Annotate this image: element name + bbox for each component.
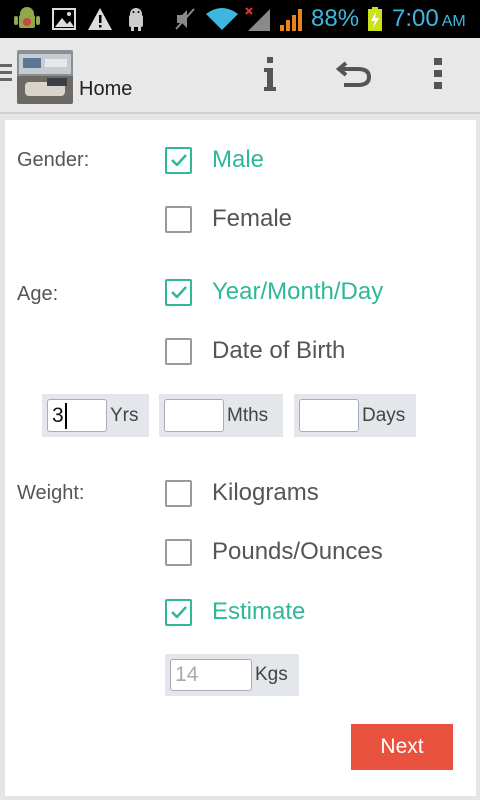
battery-percent: 88% <box>311 5 360 32</box>
age-option-ymd[interactable]: Year/Month/Day <box>165 277 383 307</box>
battery-charging-icon <box>368 7 382 31</box>
drawer-menu-icon[interactable] <box>0 64 12 82</box>
weight-option-kilograms-label: Kilograms <box>212 479 319 506</box>
clock: 7:00 AM <box>392 5 466 33</box>
gender-label: Gender: <box>17 149 90 171</box>
next-button[interactable]: Next <box>351 724 453 770</box>
checkbox-checked-icon[interactable] <box>165 598 192 626</box>
app-logo[interactable] <box>17 50 73 104</box>
weight-option-kilograms[interactable]: Kilograms <box>165 478 319 508</box>
years-input[interactable]: 3 <box>47 399 107 432</box>
weight-option-estimate-label: Estimate <box>212 598 306 625</box>
warning-icon <box>88 8 112 30</box>
years-group: 3 Yrs <box>42 394 149 437</box>
info-button[interactable] <box>250 52 290 96</box>
clock-ampm: AM <box>441 13 466 30</box>
months-input[interactable] <box>164 399 224 432</box>
gender-option-female-label: Female <box>212 205 293 232</box>
days-group: Days <box>294 394 416 437</box>
image-icon <box>52 8 76 30</box>
days-input[interactable] <box>299 399 359 432</box>
overflow-menu-icon <box>434 58 442 89</box>
weight-label: Weight: <box>17 482 85 504</box>
overflow-menu-button[interactable] <box>418 52 458 96</box>
estimate-weight-input[interactable]: 14 <box>170 659 252 691</box>
estimate-weight-unit: Kgs <box>255 664 288 685</box>
signal-no-service-icon <box>245 7 270 31</box>
status-bar: 88% 7:00 AM <box>0 0 480 38</box>
checkbox-icon[interactable] <box>165 479 192 507</box>
weight-option-estimate[interactable]: Estimate <box>165 597 305 627</box>
signal-icon <box>280 9 302 31</box>
checkbox-checked-icon[interactable] <box>165 146 192 174</box>
gender-option-male-label: Male <box>212 146 265 173</box>
weight-option-pounds-label: Pounds/Ounces <box>212 538 383 565</box>
info-icon <box>264 57 276 91</box>
undo-button[interactable] <box>334 52 374 96</box>
estimate-weight-group: 14 Kgs <box>165 654 299 696</box>
age-option-dob[interactable]: Date of Birth <box>165 336 345 366</box>
form-card: Gender: Male Female Age: Year/Month/Day … <box>5 120 476 796</box>
years-value: 3 <box>52 403 64 427</box>
months-group: Mths <box>159 394 283 437</box>
checkbox-checked-icon[interactable] <box>165 278 192 306</box>
checkbox-icon[interactable] <box>165 205 192 233</box>
gender-option-female[interactable]: Female <box>165 204 292 234</box>
mute-icon <box>175 8 195 30</box>
undo-icon <box>336 61 372 87</box>
text-cursor <box>64 402 67 429</box>
android-debug-icon <box>14 7 40 28</box>
page-title: Home <box>79 78 133 100</box>
days-unit: Days <box>362 404 406 426</box>
age-option-ymd-label: Year/Month/Day <box>212 278 384 305</box>
checkbox-icon[interactable] <box>165 337 192 365</box>
age-label: Age: <box>17 283 59 305</box>
action-bar: Home <box>0 38 480 114</box>
age-option-dob-label: Date of Birth <box>212 337 346 364</box>
weight-option-pounds[interactable]: Pounds/Ounces <box>165 537 383 567</box>
years-unit: Yrs <box>110 404 139 426</box>
months-unit: Mths <box>227 404 269 426</box>
gender-option-male[interactable]: Male <box>165 145 264 175</box>
android-icon <box>129 8 143 31</box>
app-logo-image <box>17 50 73 104</box>
checkbox-icon[interactable] <box>165 538 192 566</box>
wifi-icon <box>206 8 238 30</box>
clock-time: 7:00 <box>392 5 439 32</box>
